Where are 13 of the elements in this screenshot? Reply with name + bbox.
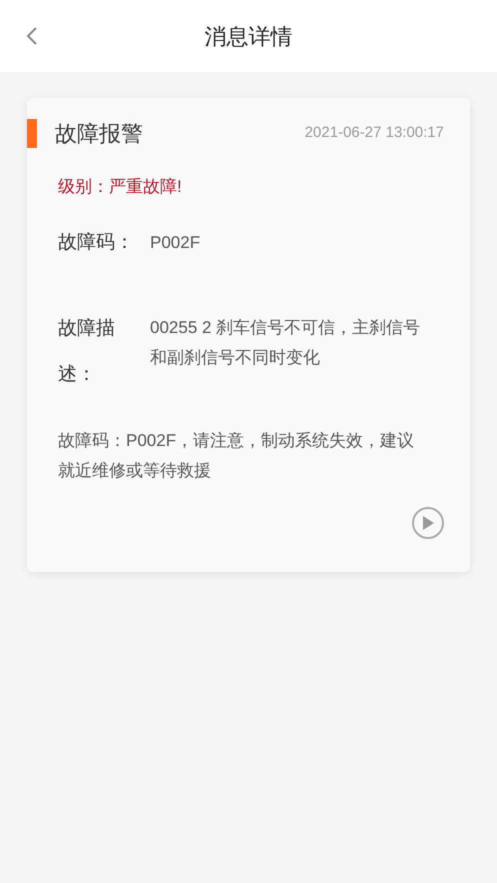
play-button[interactable] [412, 507, 444, 539]
back-icon [26, 27, 38, 45]
page-title: 消息详情 [204, 22, 292, 50]
severity-text: 级别：严重故障! [58, 176, 183, 198]
field-label: 故障码： [58, 231, 135, 255]
field-value: 00255 2 刹车信号不可信，主刹信号和副刹信号不同时变化 [150, 317, 422, 369]
message-time: 2021-06-27 13:00:17 [304, 122, 444, 143]
message-title: 故障报警 [55, 120, 143, 148]
advice-text: 故障码：P002F，请注意，制动系统失效，建议就近维修或等待救援 [58, 430, 416, 482]
field-label: 故障描述： [58, 317, 116, 387]
play-icon [422, 516, 434, 530]
accent-bar [27, 118, 37, 148]
field-value: P002F [150, 232, 200, 254]
